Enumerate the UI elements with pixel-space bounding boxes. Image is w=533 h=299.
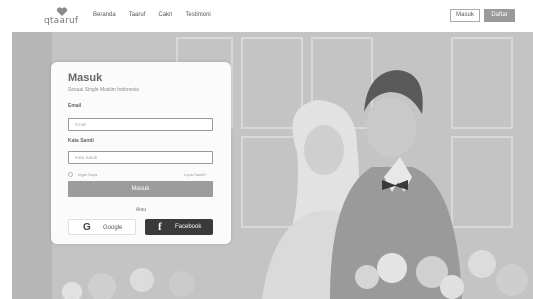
remember-checkbox[interactable] xyxy=(68,172,73,177)
login-title: Masuk xyxy=(68,72,103,84)
nav-item-beranda[interactable]: Beranda xyxy=(93,12,116,18)
remember-label: Ingat Saya xyxy=(78,172,98,177)
facebook-button-label: Facebook xyxy=(175,224,202,230)
email-field[interactable]: Email xyxy=(68,118,213,131)
brand-logo[interactable]: qtaaruf xyxy=(44,7,80,29)
google-button-label: Google xyxy=(103,225,123,231)
login-submit-button[interactable]: Masuk xyxy=(68,181,213,197)
login-card: Masuk Sesuai Single Muslim Indonesia Ema… xyxy=(51,62,231,244)
google-login-button[interactable]: G Google xyxy=(68,219,136,235)
nav-item-cakri[interactable]: Cakri xyxy=(158,12,172,18)
password-field[interactable]: Kata Sandi xyxy=(68,151,213,164)
header-register-button[interactable]: Daftar xyxy=(484,9,515,22)
password-label: Kata Sandi xyxy=(68,138,94,144)
top-navigation-bar: qtaaruf Beranda Taaruf Cakri Testimoni M… xyxy=(0,0,533,32)
login-subtitle: Sesuai Single Muslim Indonesia xyxy=(68,87,139,93)
forgot-password-link[interactable]: Lupa Sandi? xyxy=(184,172,206,177)
nav-item-taaruf[interactable]: Taaruf xyxy=(129,12,146,18)
email-label: Email xyxy=(68,103,82,109)
nav-item-testimoni[interactable]: Testimoni xyxy=(185,12,210,18)
header-login-button[interactable]: Masuk xyxy=(450,9,480,22)
facebook-login-button[interactable]: f Facebook xyxy=(145,219,213,235)
divider-label: Atau xyxy=(135,207,147,213)
main-nav: Beranda Taaruf Cakri Testimoni xyxy=(93,12,211,18)
facebook-icon: f xyxy=(158,221,162,233)
google-icon: G xyxy=(83,222,91,233)
brand-name: qtaaruf xyxy=(44,16,79,26)
